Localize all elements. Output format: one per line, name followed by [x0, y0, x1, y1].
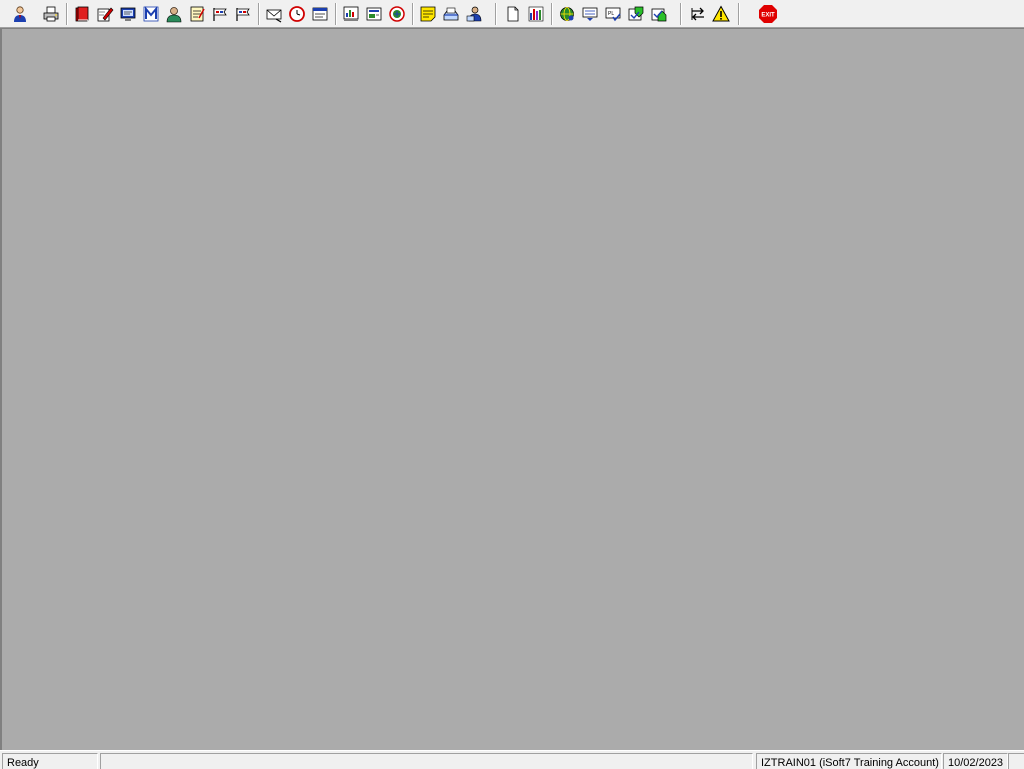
resize-grip[interactable]	[1008, 753, 1024, 769]
exit-icon[interactable]: EXIT	[758, 4, 778, 24]
envelope-icon[interactable]	[264, 4, 284, 24]
svg-text:PL: PL	[608, 11, 614, 17]
date-pane: 10/02/2023	[943, 753, 1008, 769]
screen-icon[interactable]	[118, 4, 138, 24]
chart-window-icon[interactable]	[341, 4, 361, 24]
network-icon[interactable]	[557, 4, 577, 24]
sticky-note-icon[interactable]	[418, 4, 438, 24]
printer-icon[interactable]	[41, 4, 61, 24]
main-toolbar: PL EXIT	[0, 0, 1024, 28]
green-download-icon[interactable]	[626, 4, 646, 24]
toolbar-separator	[335, 3, 337, 25]
green-upload-icon[interactable]	[649, 4, 669, 24]
status-text: Ready	[2, 753, 98, 769]
letter-m-icon[interactable]	[141, 4, 161, 24]
status-middle-pane	[100, 753, 753, 769]
toolbar-separator	[495, 3, 497, 25]
exit-label: EXIT	[761, 13, 775, 19]
bar-chart-icon[interactable]	[526, 4, 546, 24]
flag-icon[interactable]	[233, 4, 253, 24]
globe-icon[interactable]	[387, 4, 407, 24]
toolbar-separator	[738, 3, 740, 25]
card-icon[interactable]	[364, 4, 384, 24]
pencil-edit-icon[interactable]	[95, 4, 115, 24]
flag-icon[interactable]	[210, 4, 230, 24]
toolbar-separator	[412, 3, 414, 25]
account-pane: IZTRAIN01 (iSoft7 Training Account)	[756, 753, 942, 769]
check-document-icon[interactable]: PL	[603, 4, 623, 24]
toolbar-separator	[680, 3, 682, 25]
book-icon[interactable]	[72, 4, 92, 24]
status-bar: Ready IZTRAIN01 (iSoft7 Training Account…	[0, 750, 1024, 769]
window-icon[interactable]	[310, 4, 330, 24]
toolbar-separator	[66, 3, 68, 25]
user-icon[interactable]	[10, 4, 30, 24]
mdi-workspace	[0, 28, 1024, 750]
swap-icon[interactable]	[688, 4, 708, 24]
toolbar-separator	[258, 3, 260, 25]
people-icon[interactable]	[464, 4, 484, 24]
clock-icon[interactable]	[287, 4, 307, 24]
tray-icon[interactable]	[441, 4, 461, 24]
notes-icon[interactable]	[187, 4, 207, 24]
warning-icon[interactable]	[711, 4, 731, 24]
inbox-icon[interactable]	[580, 4, 600, 24]
toolbar-separator	[551, 3, 553, 25]
blank-document-icon[interactable]	[503, 4, 523, 24]
person-icon[interactable]	[164, 4, 184, 24]
